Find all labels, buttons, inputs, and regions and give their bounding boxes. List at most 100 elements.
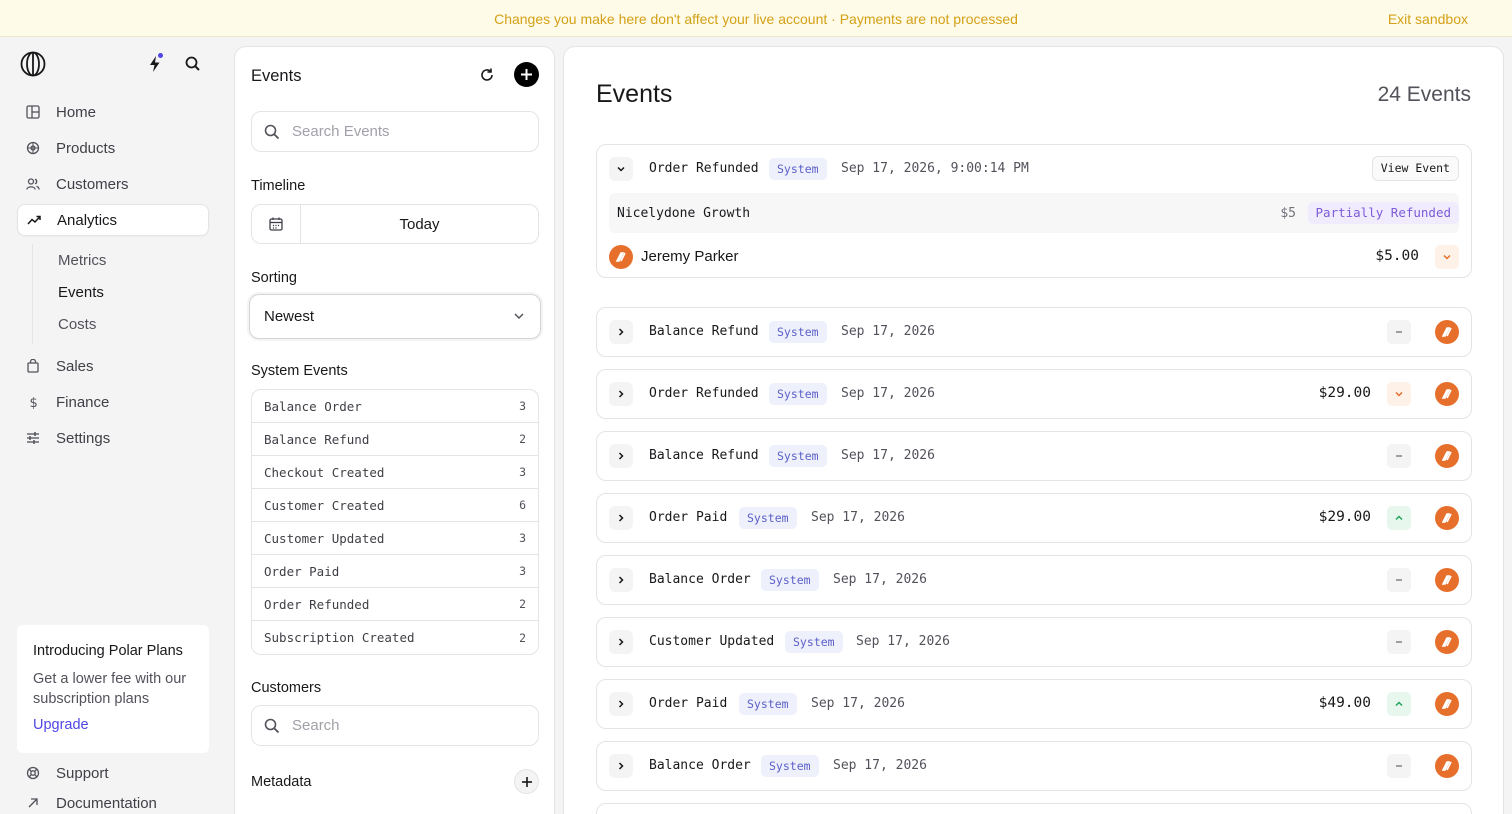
add-metadata-button[interactable] (514, 769, 539, 794)
brand-mark-icon (1441, 513, 1452, 523)
system-event-item[interactable]: Order Paid 3 (252, 555, 538, 588)
lifebuoy-icon (26, 766, 40, 780)
trend-chip (1387, 754, 1411, 778)
nav-item-sales[interactable]: Sales (17, 350, 209, 382)
nav-item-support[interactable]: Support (17, 757, 209, 789)
customer-search-input[interactable] (292, 717, 522, 734)
trend-icon (27, 215, 41, 225)
chevron-right-icon (618, 514, 624, 522)
nav-label: Documentation (56, 794, 157, 812)
view-event-button[interactable]: View Event (1371, 156, 1459, 181)
system-badge: System (761, 755, 819, 777)
polar-logo-icon[interactable] (20, 51, 46, 77)
add-event-button[interactable] (514, 62, 539, 87)
event-card[interactable] (596, 803, 1472, 814)
sorting-value: Newest (264, 308, 315, 325)
brand-mark-icon (615, 252, 626, 262)
expand-button[interactable] (609, 692, 633, 716)
bag-icon (27, 359, 39, 373)
upgrade-link[interactable]: Upgrade (33, 717, 193, 733)
system-badge: System (739, 693, 797, 715)
chevron-right-icon (618, 700, 624, 708)
system-event-name: Customer Created (264, 497, 385, 513)
collapse-button[interactable] (609, 157, 633, 181)
expand-button[interactable] (609, 754, 633, 778)
system-event-item[interactable]: Balance Order 3 (252, 390, 538, 423)
trend-down-chip (1435, 245, 1459, 269)
system-event-item[interactable]: Subscription Created 2 (252, 621, 538, 654)
nav-item-documentation[interactable]: Documentation (17, 787, 209, 814)
nav-item-settings[interactable]: Settings (17, 422, 209, 454)
timeline-picker[interactable]: Today (251, 204, 539, 244)
plus-icon (521, 69, 532, 80)
event-card-expanded: Order Refunded System Sep 17, 2026, 9:00… (596, 144, 1472, 278)
subnav-item-costs[interactable]: Costs (58, 316, 96, 333)
refresh-icon[interactable] (479, 67, 495, 83)
event-name: Balance Order (649, 758, 751, 773)
users-icon (26, 178, 40, 190)
system-event-name: Subscription Created (264, 630, 415, 645)
subnav-item-metrics[interactable]: Metrics (58, 252, 106, 269)
timeline-label: Timeline (251, 178, 306, 194)
event-date: Sep 17, 2026 (841, 448, 935, 463)
search-events-input[interactable] (292, 123, 522, 140)
nav-item-home[interactable]: Home (17, 96, 209, 128)
expand-button[interactable] (609, 506, 633, 530)
product-amount: $5 (1280, 206, 1296, 221)
system-badge: System (769, 321, 827, 343)
event-card[interactable]: Balance Order System Sep 17, 2026 (596, 555, 1472, 605)
event-amount: $29.00 (1318, 385, 1371, 401)
system-event-count: 2 (519, 630, 526, 645)
avatar (1435, 382, 1459, 406)
event-card[interactable]: Order Paid System Sep 17, 2026 $49.00 (596, 679, 1472, 729)
sorting-select[interactable]: Newest (249, 294, 541, 339)
promo-title: Introducing Polar Plans (33, 643, 183, 659)
chevron-down-icon (1395, 391, 1403, 397)
dash-icon (1396, 579, 1402, 581)
event-date: Sep 17, 2026 (811, 696, 905, 711)
system-event-name: Balance Order (264, 398, 362, 414)
event-card[interactable]: Order Paid System Sep 17, 2026 $29.00 (596, 493, 1472, 543)
expand-button[interactable] (609, 382, 633, 406)
system-events-list: Balance Order 3 Balance Refund 2 Checkout … (251, 389, 539, 655)
product-row: Nicelydone Growth $5 Partially Refunded (609, 193, 1459, 233)
expand-button[interactable] (609, 320, 633, 344)
system-event-item[interactable]: Checkout Created 3 (252, 456, 538, 489)
brand-mark-icon (1441, 699, 1452, 709)
avatar (1435, 320, 1459, 344)
system-event-item[interactable]: Balance Refund 2 (252, 423, 538, 456)
avatar (1435, 630, 1459, 654)
system-event-item[interactable]: Customer Updated 3 (252, 522, 538, 555)
system-badge: System (769, 158, 827, 180)
event-card[interactable]: Customer Updated System Sep 17, 2026 (596, 617, 1472, 667)
event-date: Sep 17, 2026 (841, 386, 935, 401)
system-badge: System (761, 569, 819, 591)
expand-button[interactable] (609, 568, 633, 592)
nav-item-products[interactable]: Products (17, 132, 209, 164)
expand-button[interactable] (609, 630, 633, 654)
event-card[interactable]: Balance Order System Sep 17, 2026 (596, 741, 1472, 791)
event-card[interactable]: Order Refunded System Sep 17, 2026 $29.00 (596, 369, 1472, 419)
nav-item-finance[interactable]: $ Finance (17, 386, 209, 418)
search-icon[interactable] (184, 55, 202, 73)
system-event-item[interactable]: Order Refunded 2 (252, 588, 538, 621)
nav-item-customers[interactable]: Customers (17, 168, 209, 200)
customer-search-field[interactable] (251, 705, 539, 746)
exit-sandbox-link[interactable]: Exit sandbox (1388, 11, 1468, 27)
expand-button[interactable] (609, 444, 633, 468)
event-card[interactable]: Balance Refund System Sep 17, 2026 (596, 307, 1472, 357)
system-event-count: 3 (519, 564, 526, 578)
system-event-name: Balance Refund (264, 431, 370, 447)
system-event-item[interactable]: Customer Created 6 (252, 489, 538, 522)
calendar-button[interactable] (252, 205, 301, 243)
subnav-item-events[interactable]: Events (58, 284, 104, 301)
event-card[interactable]: Balance Refund System Sep 17, 2026 (596, 431, 1472, 481)
search-icon (264, 124, 280, 139)
system-badge: System (785, 631, 843, 653)
nav-item-analytics[interactable]: Analytics (17, 204, 209, 236)
chevron-right-icon (618, 762, 624, 770)
brand-mark-icon (1441, 389, 1452, 399)
avatar (609, 245, 633, 269)
nav-label: Finance (56, 393, 110, 411)
search-events-field[interactable] (251, 111, 539, 152)
